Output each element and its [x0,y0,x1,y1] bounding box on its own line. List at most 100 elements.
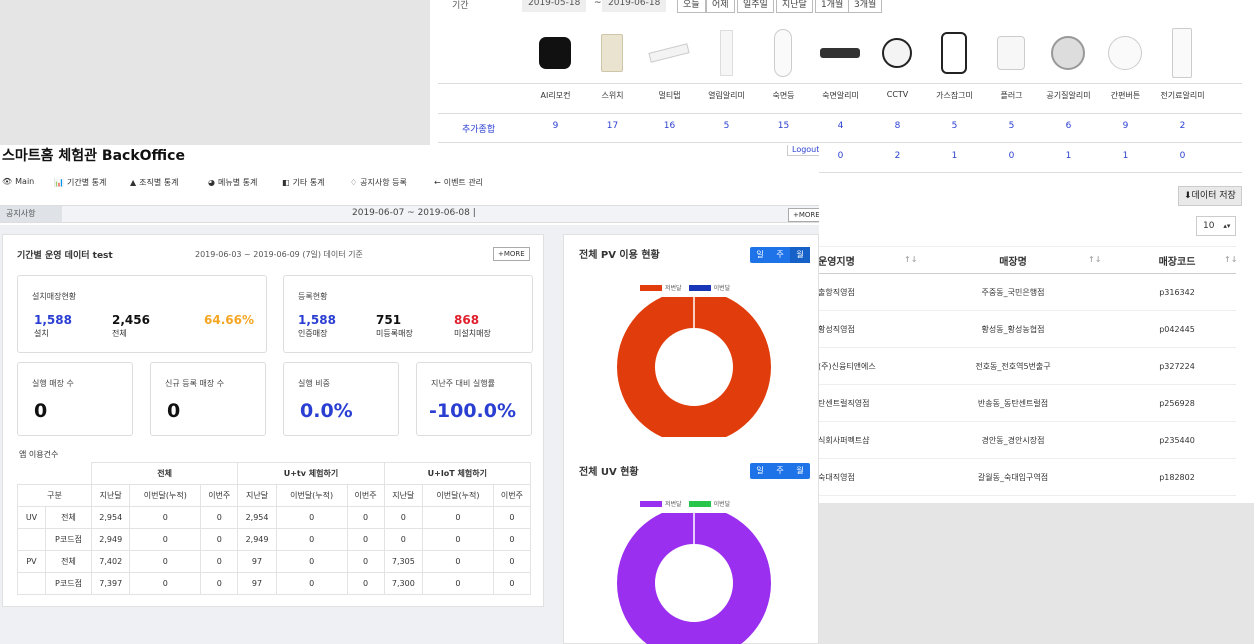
total-count: 2,456 [112,313,150,327]
product-air-quality: 공기질알리미 6 1 [1040,22,1097,172]
table-row[interactable]: (주)신융티앤에스 전호동_전호역5번출구 p327224 [818,348,1236,385]
legend-swatch-prev [640,500,662,507]
uv-legend: 저번달 이번달 [640,499,730,508]
quick-3month-button[interactable]: 3개월 [848,0,883,13]
card-more-button[interactable]: +MORE [493,247,530,261]
nav-other-stats[interactable]: ◧ 기타 통계 [282,177,325,188]
pv-donut-chart [617,297,771,437]
pv-period-toggle: 일 주 월 [750,247,810,263]
period-filter: 기간 2019-05-18 ~ 2019-06-18 오늘 어제 일주일 지난달… [430,0,1254,14]
notice-more-button[interactable]: +MORE [788,208,819,222]
pie-chart-icon: ◕ [208,178,215,187]
sort-icon[interactable]: ↑↓ [1224,255,1237,264]
unregistered-count: 751 [376,313,402,327]
page-title: 스마트홈 체험관 BackOffice [2,148,185,164]
panel-icon: ◧ [282,178,290,187]
toggle-day[interactable]: 일 [750,247,770,263]
page-size-select[interactable]: 10 ▴▾ [1196,216,1236,236]
register-status-box: 등록현황 1,588 인증매장 751 미등록매장 868 미설치매장 [283,275,533,353]
chevron-down-icon: ▴▾ [1223,222,1231,230]
table-row: P코드점 7,397 0 0 97 0 0 7,300 0 0 [17,572,532,595]
notice-date: 2019-06-07 ~ 2019-06-08 | [352,208,476,218]
table-row[interactable]: 탄센트럴직영점 반송동_동탄센트럴점 p256928 [818,385,1236,422]
nav-main[interactable]: 👁 Main [2,177,34,186]
air-quality-icon [1048,28,1088,78]
door-sensor-icon [706,28,746,78]
ai-remote-icon [535,28,575,78]
legend-swatch-prev [640,284,662,291]
toggle-month[interactable]: 월 [790,247,810,263]
toggle-month[interactable]: 월 [790,463,810,479]
toggle-day[interactable]: 일 [750,463,770,479]
app-usage-label: 앱 이용건수 [19,450,59,459]
logout-button[interactable]: Logout [787,145,819,156]
install-rate: 64.66% [204,313,254,327]
quick-today-button[interactable]: 오늘 [677,0,706,13]
sort-icon[interactable]: ↑↓ [904,255,917,264]
backoffice-main-window: 스마트홈 체험관 BackOffice Logout 👁 Main 📊 기간별 통계… [0,145,819,644]
uninstalled-count: 868 [454,313,480,327]
arrow-left-icon: ← [434,178,441,187]
date-from-input[interactable]: 2019-05-18 [522,0,587,12]
legend-swatch-curr [688,284,711,291]
sort-icon[interactable]: ↑↓ [1088,255,1101,264]
bell-icon: ♢ [350,178,358,187]
table-row[interactable]: 숙대직영점 갈월동_숙대입구역점 p182802 [818,459,1236,496]
period-label: 기간 [452,1,469,11]
product-plug: 플러그 5 0 [983,22,1040,172]
eye-icon: 👁 [2,177,13,186]
notice-tab[interactable]: 공지사항 [0,206,62,222]
toggle-week[interactable]: 주 [770,247,790,263]
product-power-meter: 전기료알리미 2 0 [1154,22,1211,172]
column-header-operator[interactable]: 운영지명 [818,247,913,273]
table-row[interactable]: 식회사퍼펙트샵 경안동_경안시장점 p235440 [818,422,1236,459]
plug-icon [991,28,1031,78]
power-meter-icon [1162,28,1202,78]
kpi-new-registered: 신규 등록 매장 수 0 [150,362,266,436]
period-range: 2019-06-03 ~ 2019-06-09 (7일) 데이터 기준 [195,250,363,259]
sleep-lamp-icon [763,28,803,78]
switch-icon [592,28,632,78]
kpi-run-ratio: 실행 비중 0.0% [283,362,399,436]
product-gas-lock: 가스잠그미 5 1 [926,22,983,172]
uv-donut-chart [617,513,771,644]
nav-event-manage[interactable]: ← 이벤트 관리 [434,177,483,188]
pv-legend: 저번달 이번달 [640,283,730,292]
uv-period-toggle: 일 주 월 [750,463,810,479]
card-title: 기간별 운영 데이터 test [17,251,113,261]
store-table: 운영지명 ↑↓ 매장명 ↑↓ 매장코드 ↑↓ 출항직영점 주중동_국민은행점 p… [818,246,1237,496]
cctv-icon [877,28,917,78]
column-header-store-code[interactable]: 매장코드 [1118,247,1236,273]
toggle-week[interactable]: 주 [770,463,790,479]
quick-yesterday-button[interactable]: 어제 [706,0,735,13]
table-row[interactable]: 황성직영점 황성동_황성농협점 p042445 [818,311,1236,348]
product-cctv: CCTV 8 2 [869,22,926,172]
table-row: UV 전체 2,954 0 0 2,954 0 0 0 0 0 [17,506,532,529]
quick-week-button[interactable]: 일주일 [737,0,774,13]
quick-1month-button[interactable]: 1개월 [815,0,850,13]
date-to-input[interactable]: 2019-06-18 [602,0,667,12]
quick-lastmonth-button[interactable]: 지난달 [776,0,813,13]
nav-period-stats[interactable]: 📊 기간별 통계 [54,177,106,188]
bar-chart-icon: 📊 [54,178,64,187]
pv-chart-title: 전체 PV 이용 현황 [579,250,660,261]
installed-count: 1,588 [34,313,72,327]
data-save-button[interactable]: ⬇데이터 저장 [1178,186,1242,206]
pv-uv-card: 전체 PV 이용 현황 일 주 월 저번달 이번달 전체 UV 현황 일 주 월… [563,234,819,644]
date-separator: ~ [594,0,602,8]
download-icon: ⬇ [1184,191,1192,201]
nav-notice-register[interactable]: ♢ 공지사항 등록 [350,177,407,188]
table-row: P코드점 2,949 0 0 2,949 0 0 0 0 0 [17,528,532,551]
column-header-store-name[interactable]: 매장명 [938,247,1088,273]
table-row: PV 전체 7,402 0 0 97 0 0 7,305 0 0 [17,550,532,573]
kpi-weekly-change: 지난주 대비 실행률 -100.0% [416,362,532,436]
sleep-sensor-icon [820,28,860,78]
table-row[interactable]: 출항직영점 주중동_국민은행점 p316342 [818,274,1236,311]
nav-menu-stats[interactable]: ◕ 메뉴별 통계 [208,177,257,188]
power-strip-icon [648,28,690,78]
uv-chart-title: 전체 UV 현황 [579,467,639,478]
install-status-box: 설치매장현황 1,588 설치 2,456 전체 64.66% [17,275,267,353]
nav-org-stats[interactable]: ▲ 조직별 통계 [130,177,179,188]
kpi-running-stores: 실행 매장 수 0 [17,362,133,436]
period-data-card: 기간별 운영 데이터 test 2019-06-03 ~ 2019-06-09 … [2,234,544,607]
